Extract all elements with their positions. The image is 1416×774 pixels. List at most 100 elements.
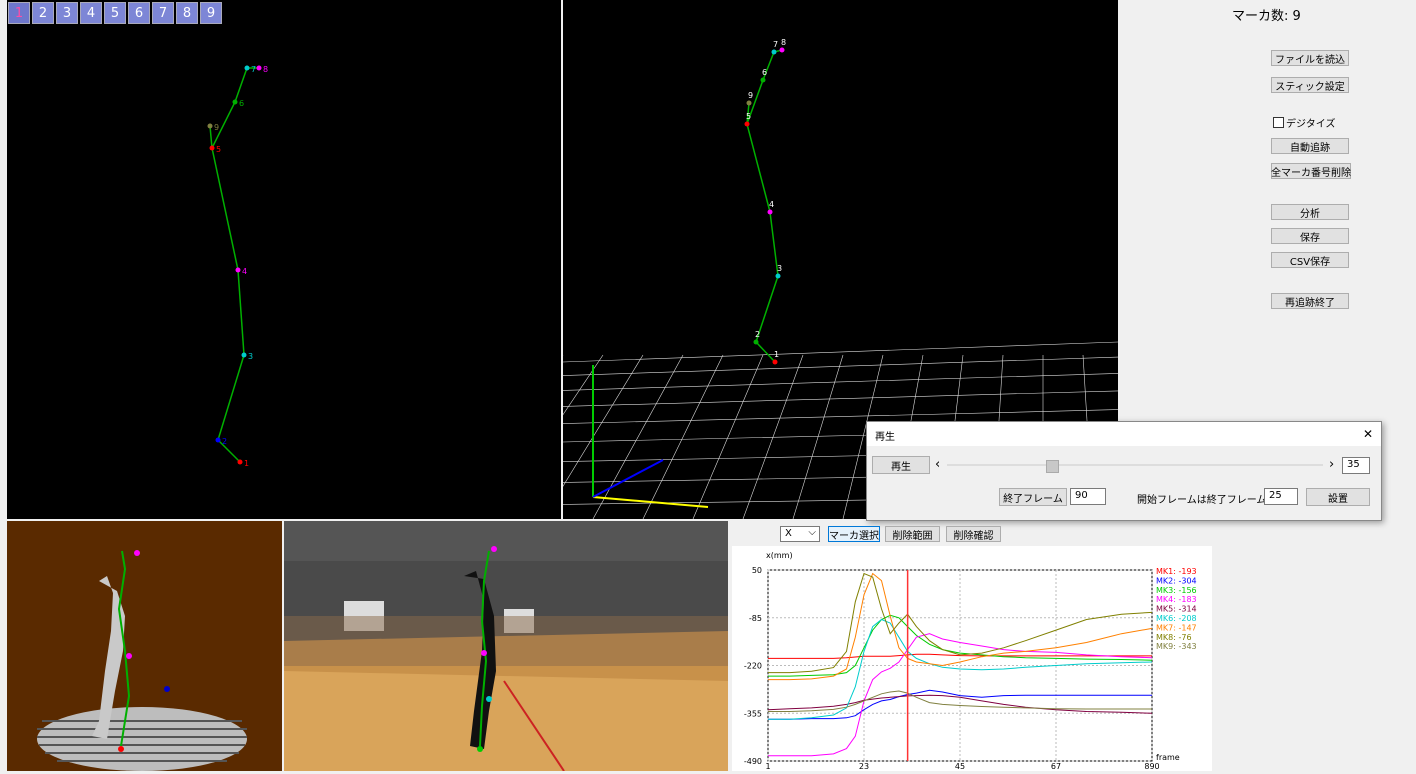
marker-point[interactable]	[232, 99, 238, 105]
marker-tab-7[interactable]: 7	[152, 2, 174, 24]
playback-dialog: 再生 ✕ 再生 ‹ › 35 終了フレーム 90 開始フレームは終了フレーム前 …	[866, 421, 1382, 521]
marker-point[interactable]	[244, 65, 250, 71]
delete-range-button[interactable]: 削除範囲	[885, 526, 940, 542]
marker-label: 2	[755, 330, 760, 339]
marker-point[interactable]	[760, 77, 766, 83]
marker-tab-5[interactable]: 5	[104, 2, 126, 24]
front-view-panel[interactable]: 123456789	[7, 0, 561, 519]
playback-dialog-titlebar[interactable]: 再生 ✕	[867, 422, 1381, 446]
slider-left-arrow[interactable]: ‹	[935, 457, 940, 472]
marker-count-value: 9	[1292, 9, 1301, 24]
legend-entry: MK1: -193	[1156, 567, 1197, 576]
auto-track-button[interactable]: 自動追跡	[1271, 138, 1349, 154]
marker-label: 8	[781, 38, 786, 47]
marker-point[interactable]	[241, 352, 247, 358]
close-icon[interactable]: ✕	[1363, 427, 1373, 441]
digitize-label: デジタイズ	[1286, 119, 1336, 130]
slider-right-arrow[interactable]: ›	[1329, 457, 1334, 472]
marker-label: 9	[214, 123, 219, 132]
x-tick-label: 67	[1051, 762, 1061, 771]
marker-label: 7	[251, 65, 256, 74]
marker-label: 6	[762, 68, 767, 77]
marker-point[interactable]	[215, 437, 221, 443]
digitize-checkbox-row[interactable]: デジタイズ	[1273, 115, 1336, 130]
stick-line	[217, 354, 245, 441]
start-frame-label: 開始フレームは終了フレーム前	[1137, 495, 1277, 506]
slider-thumb[interactable]	[1045, 460, 1059, 473]
grid-line	[563, 390, 1118, 407]
marker-label: 3	[777, 264, 782, 273]
marker-point[interactable]	[237, 459, 243, 465]
end-frame-button[interactable]: 終了フレーム	[999, 488, 1067, 506]
start-frame-field[interactable]: 25	[1264, 488, 1298, 505]
depth-view-panel[interactable]	[7, 521, 282, 771]
marker-point[interactable]	[772, 359, 778, 365]
stick-line	[746, 123, 771, 213]
marker-tab-1[interactable]: 1	[8, 2, 30, 24]
marker-label: 4	[242, 267, 247, 276]
end-replay-button[interactable]: 再追跡終了	[1271, 293, 1349, 309]
delete-all-markers-button[interactable]: 全マーカ番号削除	[1271, 163, 1351, 179]
grid-line	[692, 354, 764, 519]
digitize-checkbox[interactable]	[1273, 117, 1284, 128]
trajectory-chart-svg: 50 -85 -220 -355 -4901 23 45 67 890 x(mm) frame MK1…	[744, 551, 1197, 771]
load-file-button[interactable]: ファイルを読込	[1271, 50, 1349, 66]
stick-line	[755, 341, 776, 363]
y-axis	[592, 459, 664, 498]
legend-entry: MK4: -183	[1156, 595, 1197, 604]
chevron-down-icon: ⌵	[808, 527, 816, 538]
depth-image	[37, 550, 247, 771]
marker-point[interactable]	[767, 209, 773, 215]
axis-select[interactable]: X ⌵	[780, 526, 820, 542]
x-axis	[592, 496, 709, 508]
marker-tab-8[interactable]: 8	[176, 2, 198, 24]
marker-point[interactable]	[256, 65, 262, 71]
stick-line	[237, 269, 245, 356]
marker-label: 5	[746, 112, 751, 121]
marker-tab-6[interactable]: 6	[128, 2, 150, 24]
marker-tab-bar: 123456789	[8, 2, 222, 24]
frame-slider[interactable]	[947, 460, 1323, 473]
marker-tab-2[interactable]: 2	[32, 2, 54, 24]
frame-value-field[interactable]: 35	[1342, 457, 1370, 474]
marker-point[interactable]	[771, 49, 777, 55]
marker-tab-9[interactable]: 9	[200, 2, 222, 24]
marker-label: 4	[769, 200, 774, 209]
camera-view-panel[interactable]	[284, 521, 728, 771]
marker-point[interactable]	[779, 47, 785, 53]
marker-select-button[interactable]: マーカ選択	[828, 526, 880, 542]
grid-line	[563, 356, 1118, 376]
legend-entry: MK8: -76	[1156, 633, 1192, 642]
trajectory-chart[interactable]: 50 -85 -220 -355 -490 1 23 45 67 890 x(mm) frame MK1…	[732, 546, 1212, 771]
marker-point[interactable]	[746, 100, 752, 106]
grid-line	[563, 373, 1118, 391]
marker-point[interactable]	[775, 273, 781, 279]
stick-line	[209, 125, 213, 149]
set-button[interactable]: 設置	[1306, 488, 1370, 506]
playback-dialog-title: 再生	[875, 432, 895, 443]
y-tick-label: -355	[744, 709, 762, 718]
delete-confirm-button[interactable]: 削除確認	[946, 526, 1001, 542]
end-frame-field[interactable]: 90	[1070, 488, 1106, 505]
grid-line	[792, 354, 844, 519]
y-axis-label: x(mm)	[766, 551, 793, 560]
marker-label: 3	[248, 352, 253, 361]
marker-point[interactable]	[744, 121, 750, 127]
stick-settings-button[interactable]: スティック設定	[1271, 77, 1349, 93]
marker-point[interactable]	[235, 267, 241, 273]
x-tick-label: 23	[859, 762, 869, 771]
csv-save-button[interactable]: CSV保存	[1271, 252, 1349, 268]
marker-point[interactable]	[209, 145, 215, 151]
save-button[interactable]: 保存	[1271, 228, 1349, 244]
grid-line	[563, 354, 644, 487]
marker-point[interactable]	[753, 339, 759, 345]
play-button[interactable]: 再生	[872, 456, 930, 474]
marker-tab-4[interactable]: 4	[80, 2, 102, 24]
legend-entry: MK5: -314	[1156, 605, 1197, 614]
marker-label: 7	[773, 40, 778, 49]
analyze-button[interactable]: 分析	[1271, 204, 1349, 220]
marker-tab-3[interactable]: 3	[56, 2, 78, 24]
stick-line	[234, 67, 248, 103]
marker-point[interactable]	[207, 123, 213, 129]
y-tick-label: 50	[752, 566, 762, 575]
